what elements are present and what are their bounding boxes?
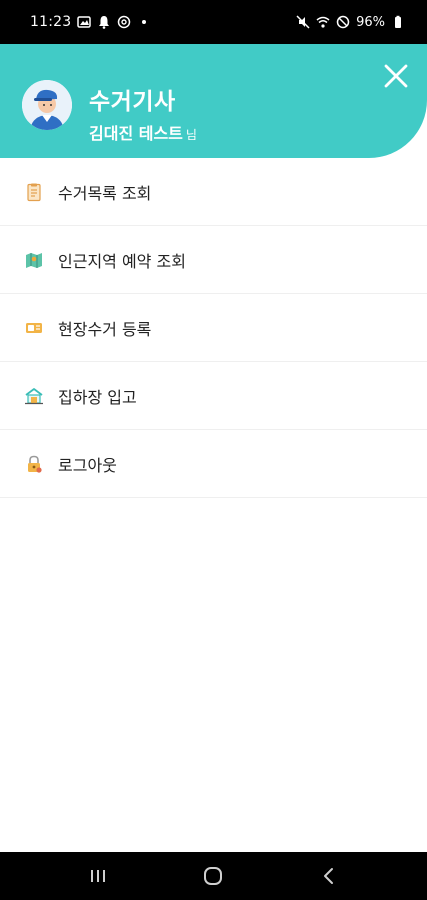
- dot-icon: [137, 15, 151, 29]
- battery-icon: [391, 15, 405, 29]
- menu-item-label: 집하장 입고: [58, 387, 137, 407]
- recent-apps-button[interactable]: [78, 856, 118, 896]
- ticket-icon: [24, 318, 44, 338]
- back-button[interactable]: [309, 856, 349, 896]
- driver-avatar-icon: [22, 80, 72, 130]
- menu-item-logout[interactable]: 로그아웃: [0, 430, 427, 498]
- menu-item-label: 수거목록 조회: [58, 183, 152, 203]
- user-info: 김대진 테스트 님: [89, 120, 197, 144]
- menu-item-label: 현장수거 등록: [58, 319, 152, 339]
- user-honorific: 님: [185, 128, 197, 142]
- map-icon: [24, 250, 44, 270]
- status-bar: 11:23 96%: [0, 0, 427, 44]
- system-nav-bar: [0, 852, 427, 900]
- drawer-menu: 수거목록 조회 인근지역 예약 조회 현장수거 등록 집하장 입고 로그아웃: [0, 158, 427, 498]
- menu-item-warehouse-inbound[interactable]: 집하장 입고: [0, 362, 427, 430]
- menu-item-label: 로그아웃: [58, 455, 117, 475]
- home-icon: [204, 867, 223, 885]
- menu-item-nearby-reservations[interactable]: 인근지역 예약 조회: [0, 226, 427, 294]
- status-left: 11:23: [30, 14, 151, 30]
- recent-apps-icon: [90, 870, 105, 882]
- user-name: 김대진 테스트: [89, 124, 183, 143]
- lock-icon: [24, 454, 44, 474]
- close-icon: [384, 64, 408, 88]
- clipboard-list-icon: [24, 182, 44, 202]
- do-not-disturb-icon: [336, 15, 350, 29]
- gallery-icon: [77, 15, 92, 29]
- mute-icon: [296, 15, 310, 29]
- bell-icon: [97, 15, 111, 29]
- warehouse-icon: [24, 386, 44, 406]
- role-title: 수거기사: [89, 89, 176, 115]
- wifi-icon: [316, 15, 330, 29]
- back-icon: [324, 868, 334, 884]
- status-time: 11:23: [30, 14, 72, 30]
- at-sign-icon: [117, 15, 131, 29]
- menu-item-onsite-pickup[interactable]: 현장수거 등록: [0, 294, 427, 362]
- battery-level: 96%: [356, 14, 385, 30]
- close-button[interactable]: [383, 63, 409, 89]
- avatar: [22, 80, 72, 130]
- home-button[interactable]: [193, 856, 233, 896]
- drawer-header: 수거기사 김대진 테스트 님: [0, 44, 427, 158]
- menu-item-pickup-list[interactable]: 수거목록 조회: [0, 158, 427, 226]
- status-right: 96%: [296, 15, 405, 30]
- menu-item-label: 인근지역 예약 조회: [58, 251, 186, 271]
